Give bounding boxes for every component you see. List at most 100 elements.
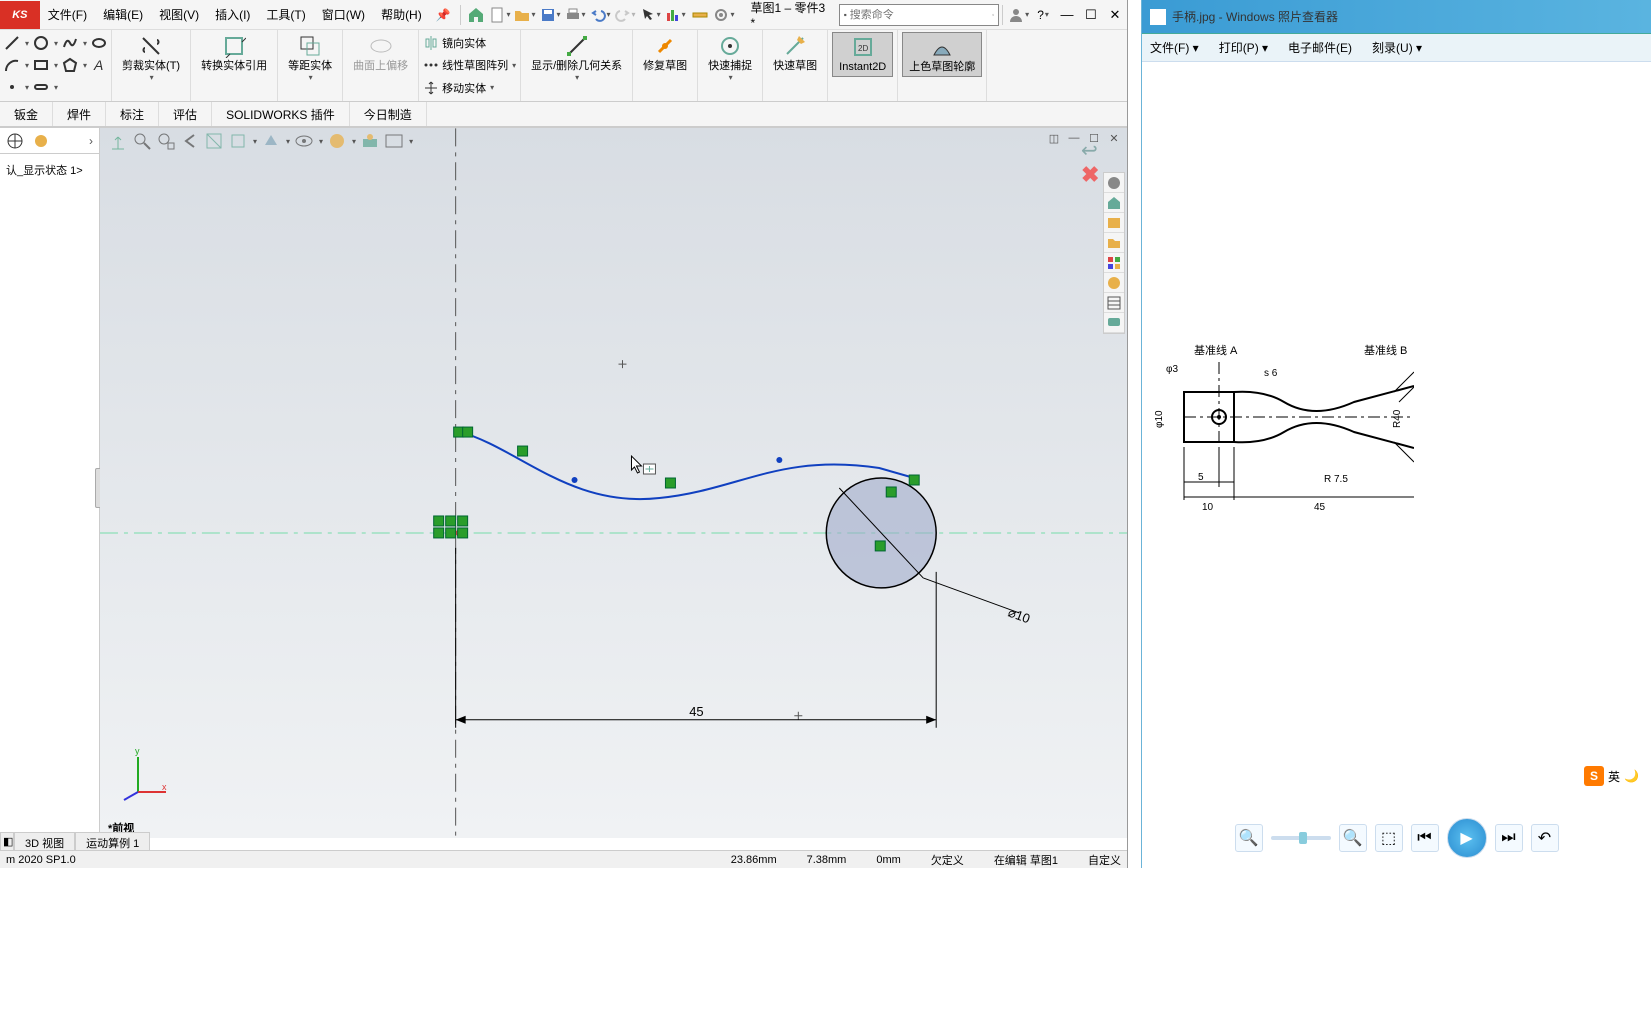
- polygon-icon[interactable]: [62, 57, 78, 73]
- redo-icon[interactable]: ▾: [615, 4, 636, 26]
- tree-expand-icon[interactable]: ›: [89, 134, 93, 148]
- spline-icon[interactable]: [62, 35, 78, 51]
- config-tree-icon[interactable]: [32, 132, 50, 150]
- model-tab-icon[interactable]: ◧: [0, 832, 14, 852]
- arc-icon[interactable]: [4, 57, 20, 73]
- svg-text:y: y: [135, 746, 140, 756]
- menu-help[interactable]: 帮助(H): [373, 6, 430, 23]
- search-input[interactable]: [850, 9, 992, 21]
- save-icon[interactable]: ▾: [540, 4, 561, 26]
- tab-motion[interactable]: 运动算例 1: [75, 832, 150, 852]
- select-icon[interactable]: ▾: [640, 4, 661, 26]
- instant2d-button[interactable]: 2DInstant2D: [832, 32, 893, 77]
- ime-icon: S: [1584, 766, 1604, 786]
- design-tree-panel: › 认_显示状态 1>: [0, 128, 100, 838]
- pv-prev-icon[interactable]: ⏮: [1411, 824, 1439, 852]
- svg-text:A: A: [93, 57, 103, 73]
- menu-tools[interactable]: 工具(T): [258, 6, 313, 23]
- tab-annotate[interactable]: 标注: [106, 102, 159, 126]
- print-icon[interactable]: ▾: [565, 4, 586, 26]
- convert-button[interactable]: 转换实体引用: [195, 32, 273, 75]
- pv-menu-print[interactable]: 打印(P) ▾: [1219, 39, 1268, 56]
- mirror-button[interactable]: 镜向实体: [423, 35, 516, 51]
- pattern-button[interactable]: 线性草图阵列▾: [423, 57, 516, 73]
- rebuild-icon[interactable]: ▾: [665, 4, 686, 26]
- text-icon[interactable]: A: [91, 57, 107, 73]
- pv-image-area[interactable]: 基准线 A 基准线 B φ3 φ10 s 6 5 10: [1142, 62, 1651, 762]
- tab-evaluate[interactable]: 评估: [159, 102, 212, 126]
- dim-45[interactable]: 45: [689, 704, 703, 719]
- ruler-icon[interactable]: [690, 4, 710, 26]
- command-icon: [844, 8, 847, 22]
- user-icon[interactable]: ▾: [1008, 4, 1029, 26]
- shaded-button[interactable]: 上色草图轮廓: [902, 32, 982, 77]
- line-icon[interactable]: [4, 35, 20, 51]
- solidworks-window: KS 文件(F) 编辑(E) 视图(V) 插入(I) 工具(T) 窗口(W) 帮…: [0, 0, 1128, 868]
- ellipse-icon[interactable]: [91, 35, 107, 51]
- menu-insert[interactable]: 插入(I): [207, 6, 258, 23]
- ime-moon-icon: 🌙: [1624, 769, 1639, 783]
- maximize-button[interactable]: ☐: [1079, 5, 1103, 25]
- menu-file[interactable]: 文件(F): [40, 6, 95, 23]
- bottom-tabs: ◧ 3D 视图 运动算例 1: [0, 832, 150, 852]
- point-icon[interactable]: [4, 79, 20, 95]
- orientation-triad[interactable]: y x: [118, 742, 168, 802]
- pv-menu-email[interactable]: 电子邮件(E): [1288, 39, 1352, 56]
- menu-view[interactable]: 视图(V): [151, 6, 207, 23]
- ime-indicator[interactable]: S 英 🌙: [1584, 766, 1639, 786]
- open-icon[interactable]: ▾: [514, 4, 535, 26]
- coord-z: 0mm: [876, 854, 900, 866]
- options-icon[interactable]: ▾: [713, 4, 734, 26]
- pv-zoom-in-icon[interactable]: 🔍: [1339, 824, 1367, 852]
- trim-button[interactable]: 剪裁实体(T)▾: [116, 32, 186, 84]
- pin-icon[interactable]: 📌: [430, 8, 457, 22]
- tab-sheetmetal[interactable]: 钣金: [0, 102, 53, 126]
- reference-drawing: 基准线 A 基准线 B φ3 φ10 s 6 5 10: [1154, 342, 1414, 532]
- svg-text:x: x: [162, 782, 167, 792]
- svg-text:5: 5: [1198, 472, 1204, 483]
- pv-fit-icon[interactable]: ⬚: [1375, 824, 1403, 852]
- rapidsketch-button[interactable]: 快速草图: [767, 32, 823, 75]
- sketch-canvas[interactable]: ⌀10 45: [100, 128, 1127, 838]
- help-icon[interactable]: ?▾: [1033, 4, 1053, 26]
- home-icon[interactable]: [466, 4, 486, 26]
- tab-addins[interactable]: SOLIDWORKS 插件: [212, 102, 350, 126]
- pv-title-text: 手柄.jpg - Windows 照片查看器: [1172, 8, 1338, 25]
- rect-icon[interactable]: [33, 57, 49, 73]
- new-icon[interactable]: ▾: [489, 4, 510, 26]
- offset-button[interactable]: 等距实体▾: [282, 32, 338, 84]
- menu-window[interactable]: 窗口(W): [314, 6, 373, 23]
- undo-icon[interactable]: ▾: [590, 4, 611, 26]
- tab-weldments[interactable]: 焊件: [53, 102, 106, 126]
- svg-text:45: 45: [1314, 502, 1326, 513]
- menu-edit[interactable]: 编辑(E): [95, 6, 151, 23]
- svg-text:s 6: s 6: [1264, 368, 1278, 379]
- tab-todaymfg[interactable]: 今日制造: [350, 102, 427, 126]
- pv-zoom-out-icon[interactable]: 🔍: [1235, 824, 1263, 852]
- move-button[interactable]: 移动实体▾: [423, 80, 516, 96]
- dim-diameter[interactable]: ⌀10: [1006, 605, 1032, 627]
- circle-icon[interactable]: [33, 35, 49, 51]
- search-icon[interactable]: [992, 8, 995, 22]
- pv-rotate-ccw-icon[interactable]: ↶: [1531, 824, 1559, 852]
- pv-menu-file[interactable]: 文件(F) ▾: [1150, 39, 1199, 56]
- feature-tree-icon[interactable]: [6, 132, 24, 150]
- search-box[interactable]: [839, 4, 999, 26]
- quicksnap-button[interactable]: 快速捕捉▾: [702, 32, 758, 84]
- close-button[interactable]: ✕: [1103, 5, 1127, 25]
- pv-slideshow-icon[interactable]: ▶: [1447, 818, 1487, 858]
- repair-button[interactable]: 修复草图: [637, 32, 693, 75]
- minimize-button[interactable]: —: [1055, 5, 1079, 25]
- pv-titlebar[interactable]: 手柄.jpg - Windows 照片查看器: [1142, 0, 1651, 34]
- photo-viewer-window: 手柄.jpg - Windows 照片查看器 文件(F) ▾ 打印(P) ▾ 电…: [1141, 0, 1651, 868]
- tab-3dview[interactable]: 3D 视图: [14, 832, 75, 852]
- pv-menu-burn[interactable]: 刻录(U) ▾: [1372, 39, 1422, 56]
- graphics-area[interactable]: ▾ ▾ ▾ ▾ ▾ ◫ — ☐ ✕ ↩ ✖: [100, 128, 1127, 838]
- relations-button[interactable]: 显示/删除几何关系▾: [525, 32, 628, 84]
- pv-next-icon[interactable]: ⏭: [1495, 824, 1523, 852]
- svg-text:基准线 B: 基准线 B: [1364, 343, 1407, 357]
- app-logo: KS: [0, 1, 40, 29]
- pv-zoom-slider[interactable]: [1271, 836, 1331, 840]
- display-state-node[interactable]: 认_显示状态 1>: [6, 160, 93, 180]
- slot-icon[interactable]: [33, 79, 49, 95]
